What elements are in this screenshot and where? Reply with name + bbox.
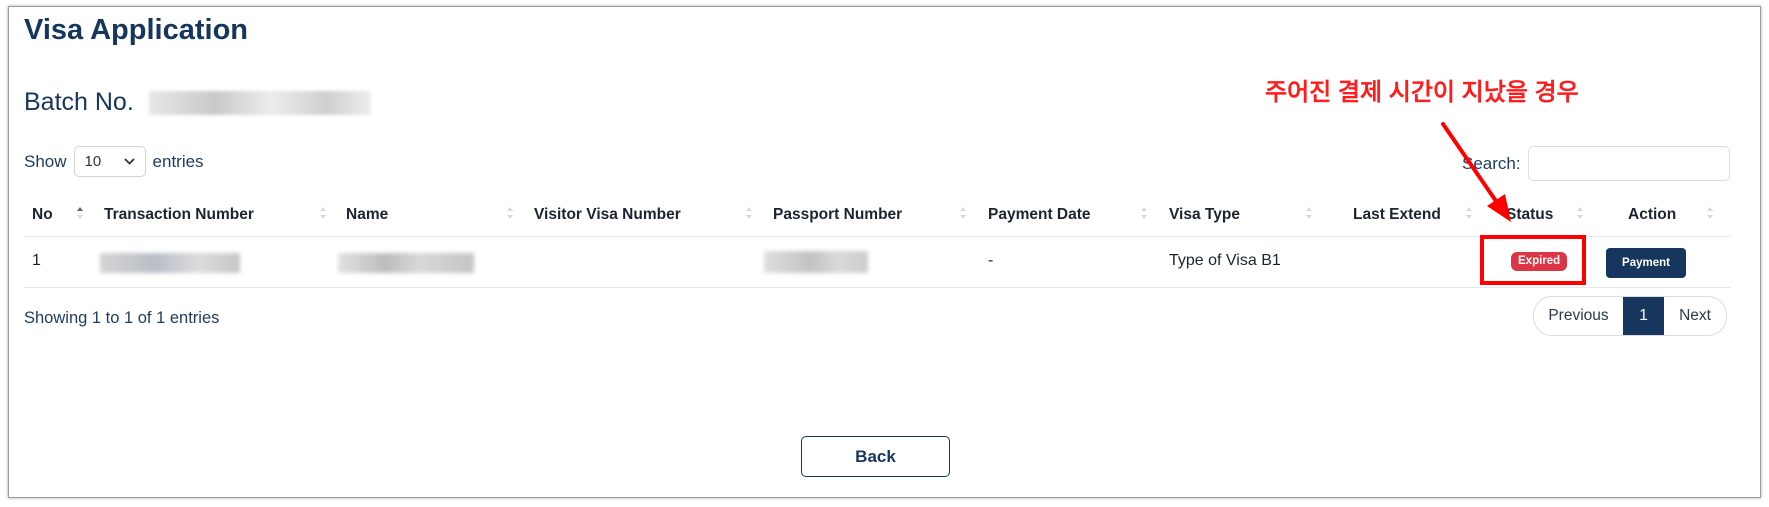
annotation-arrow-icon: [1441, 122, 1511, 222]
